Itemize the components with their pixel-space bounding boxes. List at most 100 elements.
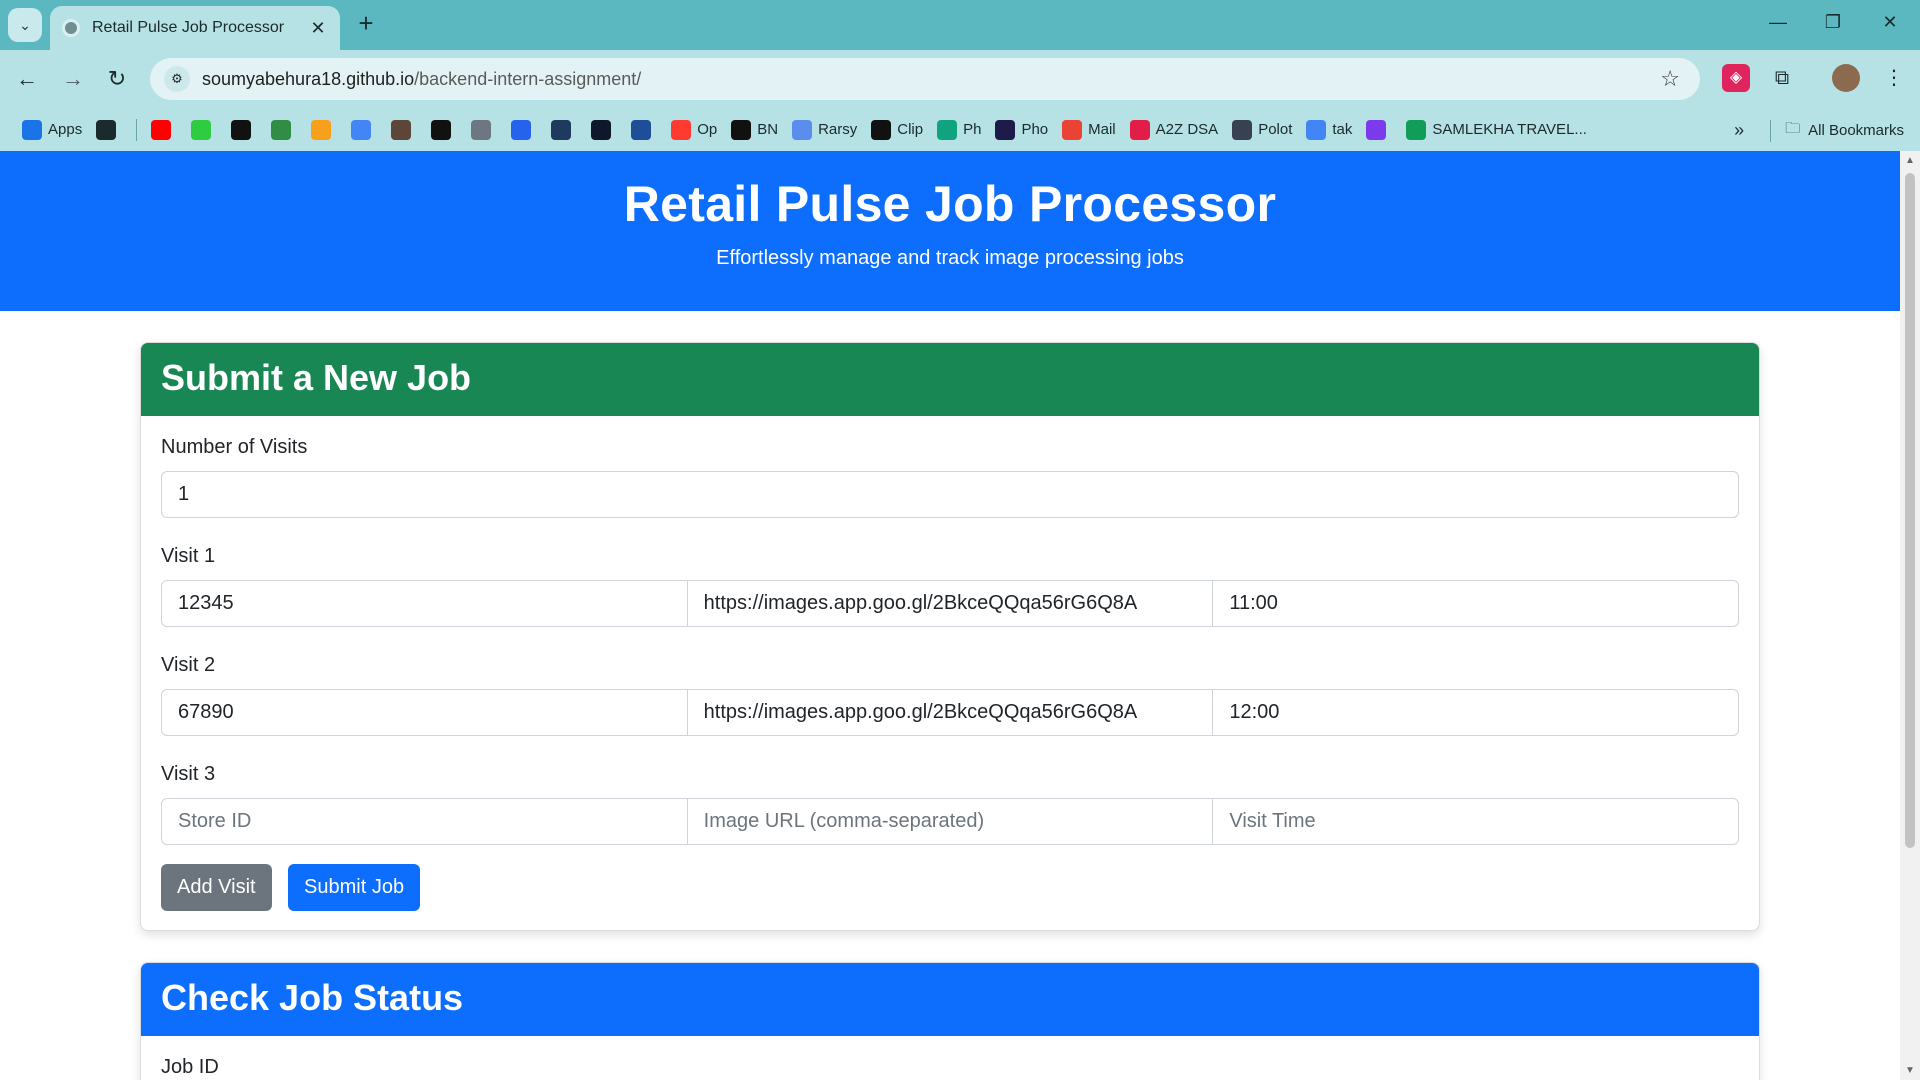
- visit-time-input[interactable]: 12:00: [1213, 690, 1738, 735]
- bookmark-item[interactable]: Rarsy: [792, 119, 857, 140]
- ph-icon: [937, 119, 958, 140]
- bookmark-item[interactable]: Polot: [1232, 119, 1292, 140]
- close-icon[interactable]: ✕: [308, 18, 328, 39]
- reload-icon[interactable]: ↻: [102, 64, 132, 94]
- back-icon[interactable]: ←: [12, 64, 42, 94]
- page-subtitle: Effortlessly manage and track image proc…: [716, 247, 1184, 269]
- bookmark-item[interactable]: Clip: [871, 119, 923, 140]
- bookmark-item[interactable]: [311, 119, 337, 140]
- tuf-icon: [1129, 119, 1150, 140]
- submit-job-button[interactable]: Submit Job: [288, 864, 421, 911]
- unstop-icon: [631, 119, 652, 140]
- grid-icon: [96, 119, 117, 140]
- chart-icon: [351, 119, 372, 140]
- shield-extension-icon[interactable]: ◈: [1722, 64, 1750, 92]
- minimize-icon[interactable]: —: [1766, 12, 1790, 33]
- openai-icon: [431, 119, 452, 140]
- store-id-input[interactable]: 67890: [162, 690, 688, 735]
- bookmark-label: A2Z DSA: [1155, 121, 1219, 138]
- leetcode-icon: [311, 119, 332, 140]
- bookmark-item[interactable]: Ph: [937, 119, 981, 140]
- browser-chrome: ⌄ Retail Pulse Job Processor ✕ + — ❐ ✕ ←…: [0, 0, 1920, 151]
- tab-search-button[interactable]: ⌄: [8, 8, 42, 42]
- address-bar[interactable]: ⚙ soumyabehura18.github.io/backend-inter…: [150, 58, 1700, 100]
- green-circle-icon: [191, 119, 212, 140]
- bookmark-item[interactable]: [631, 119, 657, 140]
- visits-count-input[interactable]: 1: [161, 471, 1739, 518]
- bookmark-item[interactable]: Pho: [995, 119, 1049, 140]
- bookmark-item[interactable]: [551, 119, 577, 140]
- bookmark-separator: [1770, 119, 1772, 142]
- tab-title: Retail Pulse Job Processor: [92, 19, 285, 36]
- bookmark-item[interactable]: [431, 119, 457, 140]
- bookmark-item[interactable]: [351, 119, 377, 140]
- bookmark-item[interactable]: Apps: [22, 119, 83, 140]
- all-bookmarks-button[interactable]: All Bookmarks: [1808, 122, 1904, 139]
- menu-kebab-icon[interactable]: ⋮: [1880, 64, 1908, 92]
- bookmark-item[interactable]: A2Z DSA: [1129, 119, 1219, 140]
- bookmark-label: Op: [697, 121, 718, 138]
- polot-icon: [1232, 119, 1253, 140]
- bookmark-item[interactable]: [191, 119, 217, 140]
- new-tab-button[interactable]: +: [352, 10, 380, 38]
- tab-strip: ⌄ Retail Pulse Job Processor ✕ + — ❐ ✕: [0, 0, 1920, 50]
- site-info-icon[interactable]: ⚙: [164, 66, 190, 92]
- bookmarks-right: » 🗀 All Bookmarks: [1734, 118, 1904, 143]
- hero-header: Retail Pulse Job Processor Effortlessly …: [0, 151, 1900, 311]
- store-id-input[interactable]: Store ID: [162, 799, 688, 844]
- clip-icon: [871, 119, 892, 140]
- store-id-input[interactable]: 12345: [162, 581, 688, 626]
- github-icon: [471, 119, 492, 140]
- sheets-icon: [1406, 119, 1427, 140]
- submit-job-card: Submit a New Job Number of Visits 1 Visi…: [140, 342, 1760, 931]
- image-url-input[interactable]: https://images.app.goo.gl/2BkceQQqa56rG6…: [688, 581, 1214, 626]
- bookmark-item[interactable]: [391, 119, 417, 140]
- extensions-puzzle-icon[interactable]: ⧉: [1768, 64, 1796, 92]
- close-window-icon[interactable]: ✕: [1878, 12, 1902, 33]
- visits-count-label: Number of Visits: [161, 436, 308, 458]
- add-visit-button[interactable]: Add Visit: [161, 864, 272, 911]
- restore-icon[interactable]: ❐: [1821, 12, 1845, 33]
- active-tab[interactable]: Retail Pulse Job Processor ✕: [50, 6, 340, 50]
- bookmarks-bar: Apps Op BN Rarsy Clip Ph Pho Mail A2Z DSA Polot ta…: [0, 108, 1920, 151]
- bookmark-star-icon[interactable]: ☆: [1660, 66, 1680, 92]
- image-url-input[interactable]: https://images.app.goo.gl/2BkceQQqa56rG6…: [688, 690, 1214, 735]
- bookmark-item[interactable]: [231, 119, 257, 140]
- bookmark-label: Pho: [1021, 121, 1049, 138]
- bookmark-label: tak: [1332, 121, 1353, 138]
- bookmark-item[interactable]: [1366, 119, 1392, 140]
- url-text: soumyabehura18.github.io/backend-intern-…: [202, 68, 642, 89]
- bookmark-item[interactable]: tak: [1306, 119, 1353, 140]
- chevron-down-icon: ⌄: [19, 16, 31, 33]
- bookmark-item[interactable]: Op: [671, 119, 718, 140]
- visit-time-input[interactable]: Visit Time: [1213, 799, 1738, 844]
- bookmark-item[interactable]: [471, 119, 497, 140]
- scroll-thumb[interactable]: [1905, 173, 1915, 848]
- scroll-down-icon[interactable]: ▼: [1900, 1065, 1920, 1076]
- bookmark-item[interactable]: SAMLEKHA TRAVEL...: [1406, 119, 1587, 140]
- forward-icon[interactable]: →: [58, 64, 88, 94]
- visit-label: Visit 1: [161, 545, 216, 567]
- image-url-input[interactable]: Image URL (comma-separated): [688, 799, 1214, 844]
- profile-avatar[interactable]: [1832, 64, 1860, 92]
- bookmark-item[interactable]: [511, 119, 537, 140]
- bookmark-item[interactable]: [271, 119, 297, 140]
- copilot-icon: [1366, 119, 1387, 140]
- page-scrollbar[interactable]: ▲ ▼: [1900, 151, 1920, 1080]
- hashnode-icon: [551, 119, 572, 140]
- more-bookmarks-icon[interactable]: »: [1734, 120, 1744, 141]
- bookmark-item[interactable]: BN: [731, 119, 778, 140]
- form-actions: Add Visit Submit Job: [161, 864, 1739, 911]
- bookmark-item[interactable]: Mail: [1062, 119, 1116, 140]
- page-title: Retail Pulse Job Processor: [623, 176, 1277, 232]
- visit-label: Visit 2: [161, 654, 216, 676]
- bookmark-label: Apps: [48, 121, 83, 138]
- scroll-up-icon[interactable]: ▲: [1900, 155, 1920, 166]
- bookmark-item[interactable]: [96, 119, 122, 140]
- visits-list: Visit 1 12345 https://images.app.goo.gl/2B…: [161, 545, 1739, 845]
- status-card-body: Job ID: [141, 1036, 1759, 1080]
- bookmark-item[interactable]: [591, 119, 617, 140]
- bookmark-label: SAMLEKHA TRAVEL...: [1432, 121, 1587, 138]
- bookmark-item[interactable]: [151, 119, 177, 140]
- visit-time-input[interactable]: 11:00: [1213, 581, 1738, 626]
